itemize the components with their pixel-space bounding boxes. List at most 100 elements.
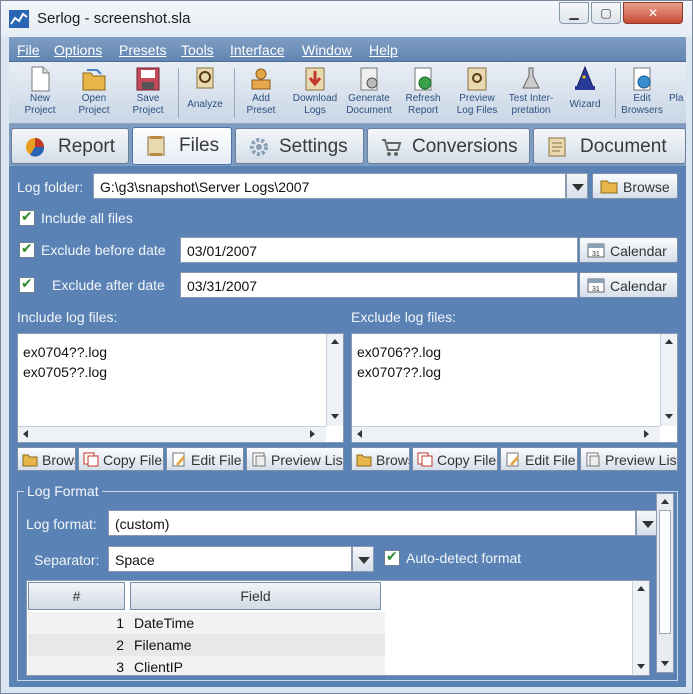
tab-settings[interactable]: Settings [235, 128, 364, 164]
preview-log-files-icon [467, 67, 487, 91]
calendar-before-button[interactable]: 31 Calendar [579, 237, 678, 263]
preview-list-icon [586, 452, 600, 467]
add-preset-button[interactable]: Add Preset [234, 65, 288, 122]
new-project-button[interactable]: New Project [13, 65, 67, 122]
include-all-files-checkbox[interactable] [19, 208, 35, 226]
tab-strip: Report Files Settings Conversions Docume… [9, 124, 686, 166]
toolbar-overflow-button[interactable]: Pla [669, 65, 686, 122]
folder-icon [600, 180, 618, 194]
menu-tools[interactable]: Tools [181, 42, 214, 58]
menu-file[interactable]: File [17, 42, 40, 58]
refresh-report-button[interactable]: Refresh Report [396, 65, 450, 122]
list-item[interactable]: ex0706??.log [357, 344, 441, 360]
vertical-scrollbar[interactable] [660, 334, 677, 426]
title-bar[interactable]: Serlog - screenshot.sla ▁ ▢ ✕ [1, 1, 692, 37]
exclude-after-label: Exclude after date [52, 277, 165, 293]
new-project-icon [31, 66, 50, 92]
exclude-browse-button[interactable]: Browse [351, 447, 410, 471]
minimize-button[interactable]: ▁ [559, 2, 589, 24]
menu-window[interactable]: Window [302, 42, 352, 58]
menu-interface[interactable]: Interface [230, 42, 284, 58]
calendar-icon: 31 [587, 243, 605, 258]
menu-help[interactable]: Help [369, 42, 398, 58]
download-logs-button[interactable]: Download Logs [288, 65, 342, 122]
calendar-after-button[interactable]: 31 Calendar [579, 272, 678, 298]
horizontal-scrollbar[interactable] [18, 426, 326, 442]
exclude-log-files-label: Exclude log files: [351, 309, 457, 325]
analyze-icon [196, 67, 214, 89]
exclude-preview-list-button[interactable]: Preview List [580, 447, 678, 471]
save-project-button[interactable]: Save Project [121, 65, 175, 122]
svg-text:31: 31 [592, 251, 600, 258]
include-all-files-label: Include all files [41, 210, 133, 226]
table-row[interactable]: 3 ClientIP [28, 656, 385, 675]
preview-list-icon [252, 452, 266, 467]
test-interpretation-button[interactable]: Test Inter- pretation [504, 65, 558, 122]
calendar-icon: 31 [587, 278, 605, 293]
list-item[interactable]: ex0705??.log [23, 364, 107, 380]
log-format-group: Log Format Log format: (custom) Separato… [17, 483, 678, 681]
copy-file-icon [417, 452, 433, 467]
exclude-after-checkbox[interactable] [19, 275, 35, 293]
grid-header-field[interactable]: Field [130, 582, 381, 610]
open-project-button[interactable]: Open Project [67, 65, 121, 122]
tab-report[interactable]: Report [11, 128, 129, 164]
separator-select[interactable]: Space [108, 546, 352, 572]
exclude-files-list[interactable]: ex0706??.log ex0707??.log [351, 333, 678, 443]
log-format-select[interactable]: (custom) [108, 510, 636, 536]
toolbar: New Project Open Project Save Project An… [9, 62, 686, 124]
analyze-button[interactable]: Analyze [178, 65, 232, 122]
log-format-group-label: Log Format [24, 483, 102, 499]
folder-icon [22, 454, 38, 467]
horizontal-scrollbar[interactable] [352, 426, 660, 442]
exclude-before-checkbox[interactable] [19, 240, 35, 258]
panel-vertical-scrollbar[interactable] [656, 493, 674, 673]
maximize-button[interactable]: ▢ [591, 2, 621, 24]
generate-document-button[interactable]: Generate Document [342, 65, 396, 122]
table-row[interactable]: 1 DateTime [28, 612, 385, 634]
edit-browsers-button[interactable]: Edit Browsers [615, 65, 669, 122]
menu-presets[interactable]: Presets [119, 42, 166, 58]
exclude-before-date-input[interactable]: 03/01/2007 [180, 237, 578, 263]
exclude-after-date-input[interactable]: 03/31/2007 [180, 272, 578, 298]
scroll-thumb[interactable] [659, 510, 671, 634]
edit-file-icon [506, 452, 519, 467]
copy-file-icon [83, 452, 99, 467]
tab-files[interactable]: Files [132, 127, 232, 165]
include-edit-file-button[interactable]: Edit File [166, 447, 244, 471]
table-row[interactable]: 2 Filename [28, 634, 385, 656]
include-preview-list-button[interactable]: Preview List [246, 447, 344, 471]
folder-icon [356, 454, 372, 467]
exclude-edit-file-button[interactable]: Edit File [500, 447, 578, 471]
menu-options[interactable]: Options [54, 42, 102, 58]
list-item[interactable]: ex0704??.log [23, 344, 107, 360]
include-copy-file-button[interactable]: Copy File [78, 447, 164, 471]
files-panel: Log folder: G:\g3\snapshot\Server Logs\2… [9, 166, 686, 687]
include-browse-button[interactable]: Browse [17, 447, 76, 471]
log-fields-grid[interactable]: # Field 1 DateTime 2 Filename 3 ClientIP [26, 580, 650, 676]
close-button[interactable]: ✕ [623, 2, 683, 24]
grid-header-number[interactable]: # [28, 582, 125, 610]
refresh-report-icon [414, 67, 432, 91]
wizard-button[interactable]: Wizard [558, 65, 612, 122]
include-files-list[interactable]: ex0704??.log ex0705??.log [17, 333, 344, 443]
save-project-icon [136, 67, 160, 91]
tab-conversions[interactable]: Conversions [367, 128, 530, 164]
svg-text:31: 31 [592, 286, 600, 293]
list-item[interactable]: ex0707??.log [357, 364, 441, 380]
app-logo-icon [9, 10, 29, 28]
settings-icon [250, 138, 268, 156]
vertical-scrollbar[interactable] [326, 334, 343, 426]
preview-log-files-button[interactable]: Preview Log Files [450, 65, 504, 122]
grid-vertical-scrollbar[interactable] [632, 581, 649, 675]
exclude-copy-file-button[interactable]: Copy File [412, 447, 498, 471]
browse-folder-button[interactable]: Browse [592, 173, 678, 199]
report-icon [26, 138, 45, 157]
log-folder-dropdown-button[interactable] [566, 173, 588, 199]
log-folder-input[interactable]: G:\g3\snapshot\Server Logs\2007 [93, 173, 566, 199]
log-format-dropdown-button[interactable] [636, 510, 658, 536]
separator-dropdown-button[interactable] [352, 546, 374, 572]
auto-detect-format-checkbox[interactable] [384, 548, 400, 566]
conversions-icon [382, 139, 402, 156]
tab-document[interactable]: Document [533, 128, 686, 164]
